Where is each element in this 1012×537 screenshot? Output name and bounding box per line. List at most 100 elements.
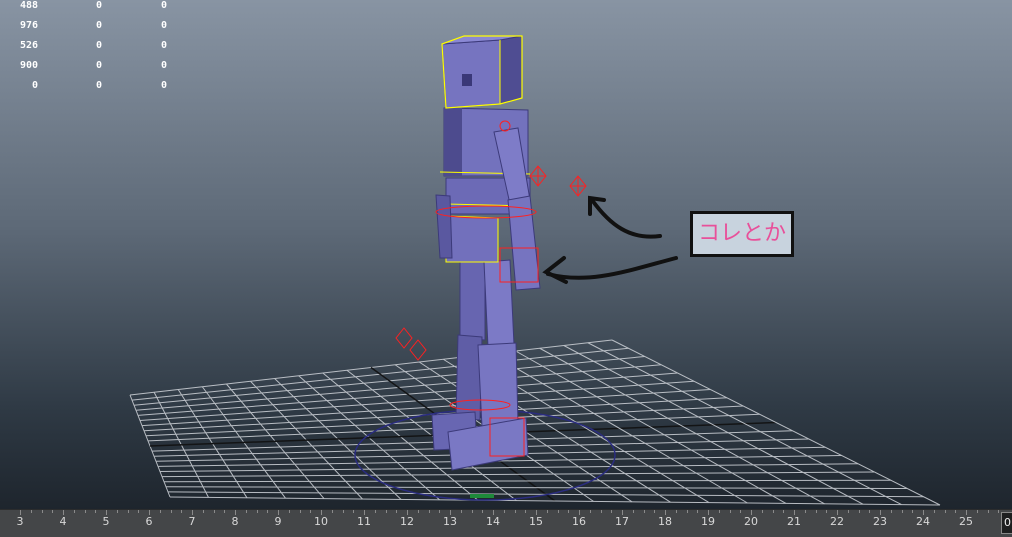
back-arm[interactable] [435,194,453,259]
front-thigh[interactable] [483,259,515,348]
timeline-tick-mark [192,510,193,515]
timeline-tick-mark [288,510,290,513]
scene-canvas[interactable] [0,0,1012,509]
arrow-upper [590,198,662,239]
timeline-tick-mark [665,510,666,515]
timeline-tick-mark [546,510,548,513]
timeline-tick-mark [536,510,537,515]
knee-pole-icon[interactable] [395,327,413,349]
timeline-tick-mark [557,510,559,513]
timeline-tick-mark [149,510,150,515]
timeline-tick-label: 19 [701,515,715,528]
timeline-tick-mark [310,510,312,513]
timeline-tick-mark [52,510,54,513]
timeline-tick-label: 6 [145,515,153,528]
timeline-tick-mark [858,510,860,513]
timeline-tick-label: 12 [400,515,414,528]
timeline-tick-mark [890,510,892,513]
timeline-tick-mark [460,510,462,513]
timeline-tick-mark [794,510,795,515]
timeline-tick-mark [299,510,301,513]
back-thigh[interactable] [459,259,486,341]
timeline-tick-mark [643,510,645,513]
timeline-tick-label: 7 [188,515,196,528]
timeline-tick-label: 23 [873,515,887,528]
viewport-3d[interactable]: 488 0 0 976 0 0 526 0 0 900 0 0 0 0 0 コレ… [0,0,1012,509]
eye [462,74,472,86]
timeline-tick-mark [342,510,344,513]
timeline-tick-mark [568,510,570,513]
knee-pole-icon-2[interactable] [409,339,427,361]
timeline-tick-mark [912,510,914,513]
annotation-text: コレとか [697,221,786,246]
timeline-tick-mark [138,510,140,513]
timeline-tick-label: 9 [274,515,282,528]
timeline-tick-mark [407,510,408,515]
timeline-tick-label: 18 [658,515,672,528]
timeline-tick-mark [718,510,720,513]
current-frame-field[interactable]: 0 [1001,512,1012,534]
timeline-tick-mark [63,510,64,515]
timeline-tick-mark [471,510,473,513]
timeline-tick-mark [579,510,580,515]
timeline-tick-mark [30,510,32,513]
annotation-callout: コレとか [690,211,794,257]
timeline-tick-label: 24 [916,515,930,528]
timeline-tick-mark [654,510,656,513]
timeline-tick-mark [847,510,849,513]
timeline-tick-label: 10 [314,515,328,528]
timeline-tick-mark [901,510,903,513]
front-shin[interactable] [477,342,519,428]
timeline-tick-mark [428,510,430,513]
origin-marker [470,494,494,498]
ground-grid [129,339,941,506]
timeline-tick-label: 25 [959,515,973,528]
timeline-tick-mark [976,510,978,513]
time-slider[interactable]: 3 4 5 6 7 8 9 10 11 12 13 14 15 16 17 18 19 20 21 22 23 24 25 [0,509,1012,537]
timeline-tick-mark [966,510,967,515]
timeline-tick-mark [41,510,43,513]
timeline-tick-mark [256,510,258,513]
timeline-tick-mark [181,510,183,513]
timeline-tick-mark [84,510,86,513]
timeline-tick-mark [761,510,763,513]
chest-side[interactable] [444,108,462,176]
timeline-tick-label: 8 [231,515,239,528]
timeline-tick-mark [686,510,688,513]
timeline-tick-label: 17 [615,515,629,528]
timeline-tick-label: 11 [357,515,371,528]
timeline-tick-mark [815,510,817,513]
timeline-tick-mark [170,510,172,513]
timeline-tick-mark [245,510,247,513]
timeline-tick-mark [837,510,838,515]
timeline-tick-label: 5 [102,515,110,528]
timeline-tick-mark [385,510,387,513]
timeline-tick-mark [213,510,215,513]
timeline-tick-mark [224,510,226,513]
annotation-arrows [542,195,678,284]
timeline-tick-mark [998,510,1000,513]
timeline-tick-mark [783,510,785,513]
timeline-tick-mark [955,510,957,513]
timeline-tick-mark [525,510,527,513]
head-side[interactable] [499,35,523,105]
character-rig[interactable] [431,35,541,471]
timeline-tick-mark [933,510,935,513]
timeline-tick-label: 21 [787,515,801,528]
pelvis[interactable] [445,215,499,263]
timeline-tick-label: 16 [572,515,586,528]
timeline-tick-mark [740,510,742,513]
timeline-tick-mark [396,510,398,513]
timeline-tick-mark [987,510,989,513]
timeline-tick-mark [729,510,731,513]
timeline-tick-mark [116,510,118,513]
timeline-tick-mark [20,510,21,515]
timeline-tick-mark [880,510,881,515]
timeline-tick-mark [235,510,236,515]
timeline-tick-mark [159,510,161,513]
timeline-tick-mark [826,510,828,513]
timeline-tick-mark [751,510,752,515]
forearm[interactable] [507,195,541,291]
timeline-tick-label: 3 [16,515,24,528]
timeline-tick-mark [503,510,505,513]
